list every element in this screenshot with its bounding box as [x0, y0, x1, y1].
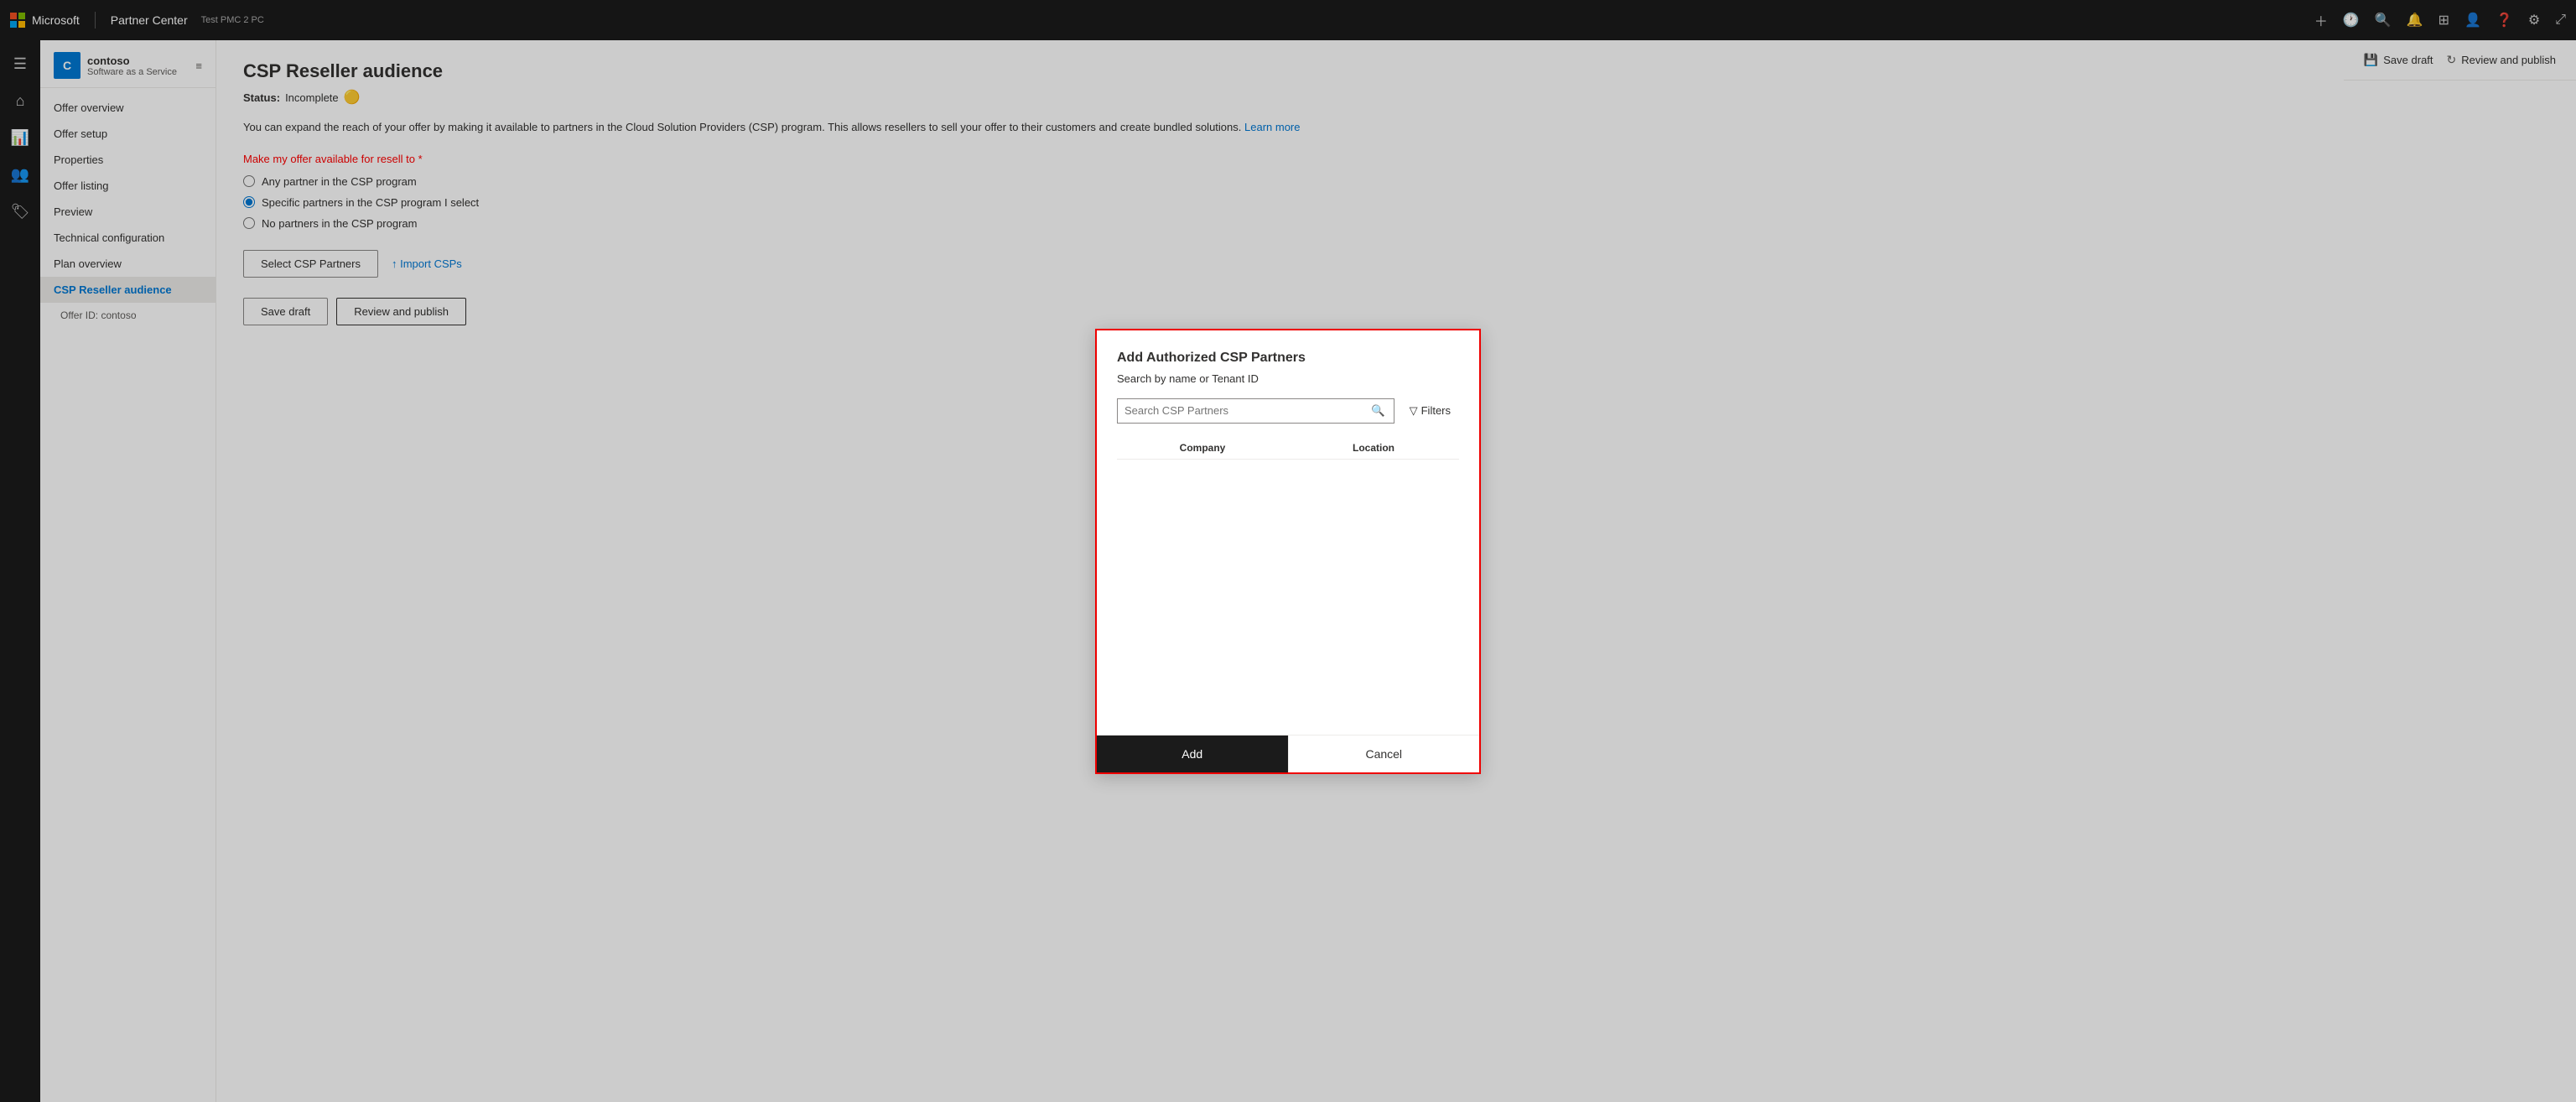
add-csp-partners-modal: Add Authorized CSP Partners Search by na…	[1095, 329, 1481, 774]
filter-icon: ▽	[1410, 404, 1418, 418]
search-submit-button[interactable]: 🔍	[1363, 399, 1394, 423]
add-button[interactable]: Add	[1097, 736, 1288, 772]
table-empty-state	[1117, 463, 1459, 715]
cancel-button[interactable]: Cancel	[1288, 736, 1480, 772]
filter-button[interactable]: ▽ Filters	[1401, 399, 1459, 423]
modal-overlay: Add Authorized CSP Partners Search by na…	[0, 0, 2576, 1102]
search-row: 🔍 ▽ Filters	[1117, 398, 1459, 424]
company-column-header: Company	[1117, 442, 1288, 454]
modal-subtitle: Search by name or Tenant ID	[1117, 372, 1459, 385]
modal-body: Add Authorized CSP Partners Search by na…	[1097, 330, 1479, 735]
modal-title: Add Authorized CSP Partners	[1117, 351, 1459, 366]
modal-footer: Add Cancel	[1097, 735, 1479, 772]
search-csp-input[interactable]	[1118, 399, 1363, 422]
location-column-header: Location	[1288, 442, 1459, 454]
table-header: Company Location	[1117, 437, 1459, 460]
search-input-wrap: 🔍	[1117, 398, 1394, 424]
